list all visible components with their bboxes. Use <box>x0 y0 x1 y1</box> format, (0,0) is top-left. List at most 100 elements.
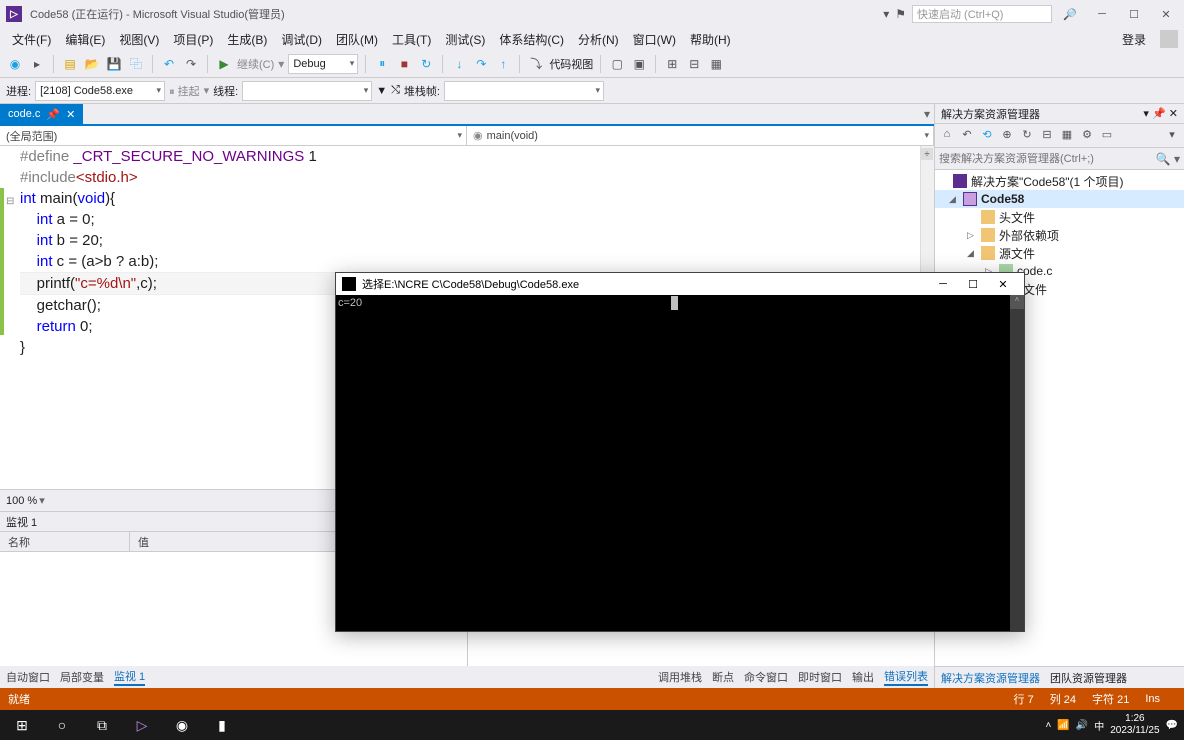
quick-launch-input[interactable]: 快速启动 (Ctrl+Q) <box>912 5 1052 23</box>
nav-fwd-icon[interactable]: ▸ <box>28 55 46 73</box>
tree-project[interactable]: ◢ Code58 <box>935 190 1184 208</box>
taskview-icon[interactable]: ⧉ <box>82 710 122 740</box>
save-icon[interactable]: 💾 <box>105 55 123 73</box>
uncomment-icon[interactable]: ▣ <box>630 55 648 73</box>
sp-search[interactable]: 🔍 ▾ <box>935 148 1184 170</box>
stepover-icon[interactable]: ↷ <box>472 55 490 73</box>
watch-col-name[interactable]: 名称 <box>0 532 130 551</box>
start-button[interactable]: ⊞ <box>2 710 42 740</box>
taskbar-chrome-icon[interactable]: ◉ <box>162 710 202 740</box>
refresh-icon[interactable]: ↻ <box>1019 128 1035 144</box>
function-combo[interactable]: ◉main(void) <box>467 126 934 145</box>
misc1-icon[interactable]: ⊞ <box>663 55 681 73</box>
tab-autos[interactable]: 自动窗口 <box>6 669 50 685</box>
tray-sound-icon[interactable]: 🔊 <box>1076 720 1088 731</box>
tree-solution-root[interactable]: 解决方案"Code58"(1 个项目) <box>935 172 1184 190</box>
menu-build[interactable]: 生成(B) <box>221 29 273 50</box>
new-icon[interactable]: ▤ <box>61 55 79 73</box>
undo-icon[interactable]: ↶ <box>160 55 178 73</box>
sp-more-icon[interactable]: ▾ <box>1164 128 1180 144</box>
minimize-button[interactable]: ─ <box>1090 8 1114 20</box>
showall-icon[interactable]: ▦ <box>1059 128 1075 144</box>
console-minimize-button[interactable]: ─ <box>928 278 958 290</box>
preview-icon[interactable]: ▭ <box>1099 128 1115 144</box>
sp-pin-icon[interactable]: 📌 <box>1152 108 1166 120</box>
back-icon[interactable]: ↶ <box>959 128 975 144</box>
stepinto-icon[interactable]: ↓ <box>450 55 468 73</box>
split-icon[interactable]: ÷ <box>921 148 933 160</box>
tab-immediate[interactable]: 即时窗口 <box>798 669 842 685</box>
menu-view[interactable]: 视图(V) <box>113 29 165 50</box>
sp-dropdown-icon[interactable]: ▾ <box>1143 108 1149 120</box>
menu-file[interactable]: 文件(F) <box>6 29 57 50</box>
stepout-icon[interactable]: ↑ <box>494 55 512 73</box>
menu-edit[interactable]: 编辑(E) <box>59 29 111 50</box>
misc2-icon[interactable]: ⊟ <box>685 55 703 73</box>
collapse-icon[interactable]: ⊟ <box>1039 128 1055 144</box>
stop-icon[interactable]: ■ <box>395 55 413 73</box>
restart-icon[interactable]: ↻ <box>417 55 435 73</box>
console-output[interactable]: c=20 ˄ <box>336 295 1024 631</box>
sp-search-input[interactable] <box>939 153 1156 165</box>
menu-tools[interactable]: 工具(T) <box>386 29 437 50</box>
sp-tab-solution[interactable]: 解决方案资源管理器 <box>941 670 1040 686</box>
tray-wifi-icon[interactable]: 📶 <box>1057 720 1069 731</box>
properties-icon[interactable]: ⚙ <box>1079 128 1095 144</box>
sync-icon[interactable]: ⊕ <box>999 128 1015 144</box>
config-combo[interactable]: Debug <box>288 54 358 74</box>
login-link[interactable]: 登录 <box>1116 29 1152 50</box>
tree-folder-external[interactable]: ▷ 外部依赖项 <box>935 226 1184 244</box>
suspend-icon[interactable]: ⏸ 挂起 <box>169 83 200 99</box>
console-titlebar[interactable]: 选择E:\NCRE C\Code58\Debug\Code58.exe ─ ☐ … <box>336 273 1024 295</box>
thread-icon[interactable]: ⤭ <box>391 84 400 97</box>
tab-dropdown-icon[interactable]: ▾ <box>920 104 934 124</box>
search-icon[interactable]: 🔍 ▾ <box>1156 152 1180 166</box>
menu-team[interactable]: 团队(M) <box>330 29 384 50</box>
tab-close-icon[interactable]: ✕ <box>66 108 75 121</box>
menu-test[interactable]: 测试(S) <box>439 29 491 50</box>
menu-debug[interactable]: 调试(D) <box>275 29 328 50</box>
menu-project[interactable]: 项目(P) <box>167 29 219 50</box>
tab-locals[interactable]: 局部变量 <box>60 669 104 685</box>
console-scrollbar[interactable]: ˄ <box>1010 295 1024 631</box>
tab-breakpoints[interactable]: 断点 <box>712 669 734 685</box>
pause-icon[interactable]: ⏸ <box>373 55 391 73</box>
menu-arch[interactable]: 体系结构(C) <box>493 29 570 50</box>
tab-code-c[interactable]: code.c 📌 ✕ <box>0 104 83 124</box>
zoom-combo[interactable]: 100 % <box>6 495 37 507</box>
continue-label[interactable]: 继续(C) <box>237 56 274 72</box>
stackframe-combo[interactable] <box>444 81 604 101</box>
tab-errorlist[interactable]: 错误列表 <box>884 668 928 686</box>
sp-tab-team[interactable]: 团队资源管理器 <box>1050 670 1127 686</box>
close-button[interactable]: ✕ <box>1154 8 1178 21</box>
menu-help[interactable]: 帮助(H) <box>684 29 737 50</box>
open-icon[interactable]: 📂 <box>83 55 101 73</box>
codeview-label[interactable]: 代码视图 <box>549 56 593 72</box>
filter-icon[interactable]: ▼ <box>376 85 387 97</box>
tree-folder-source[interactable]: ◢ 源文件 <box>935 244 1184 262</box>
tray-ime[interactable]: 中 <box>1094 718 1104 733</box>
tray-notifications-icon[interactable]: 💬 <box>1166 720 1178 731</box>
console-maximize-button[interactable]: ☐ <box>958 278 988 291</box>
nav-back-icon[interactable]: ◉ <box>6 55 24 73</box>
tab-output[interactable]: 输出 <box>852 669 874 685</box>
pin-icon[interactable]: 📌 <box>46 108 60 121</box>
menu-analyze[interactable]: 分析(N) <box>572 29 625 50</box>
help-icon[interactable]: 🔎 <box>1058 8 1082 21</box>
tray-up-icon[interactable]: ˄ <box>1045 720 1051 731</box>
cursor-icon[interactable]: ⤵ <box>527 55 545 73</box>
taskbar-console-icon[interactable]: ▮ <box>202 710 242 740</box>
maximize-button[interactable]: ☐ <box>1122 8 1146 21</box>
notification-icon[interactable]: ▾ <box>883 7 889 21</box>
fwd-icon[interactable]: ⟲ <box>979 128 995 144</box>
tab-watch1[interactable]: 监视 1 <box>114 668 145 686</box>
tray-clock[interactable]: 1:26 2023/11/25 <box>1110 713 1159 737</box>
taskbar-vs-icon[interactable]: ▷ <box>122 710 162 740</box>
cortana-icon[interactable]: ○ <box>42 710 82 740</box>
thread-combo[interactable] <box>242 81 372 101</box>
scope-combo[interactable]: (全局范围) <box>0 126 467 145</box>
continue-icon[interactable]: ▶ <box>215 55 233 73</box>
saveall-icon[interactable]: ⿻ <box>127 55 145 73</box>
sp-close-icon[interactable]: ✕ <box>1169 108 1178 120</box>
flag-icon[interactable]: ⚑ <box>895 7 906 21</box>
